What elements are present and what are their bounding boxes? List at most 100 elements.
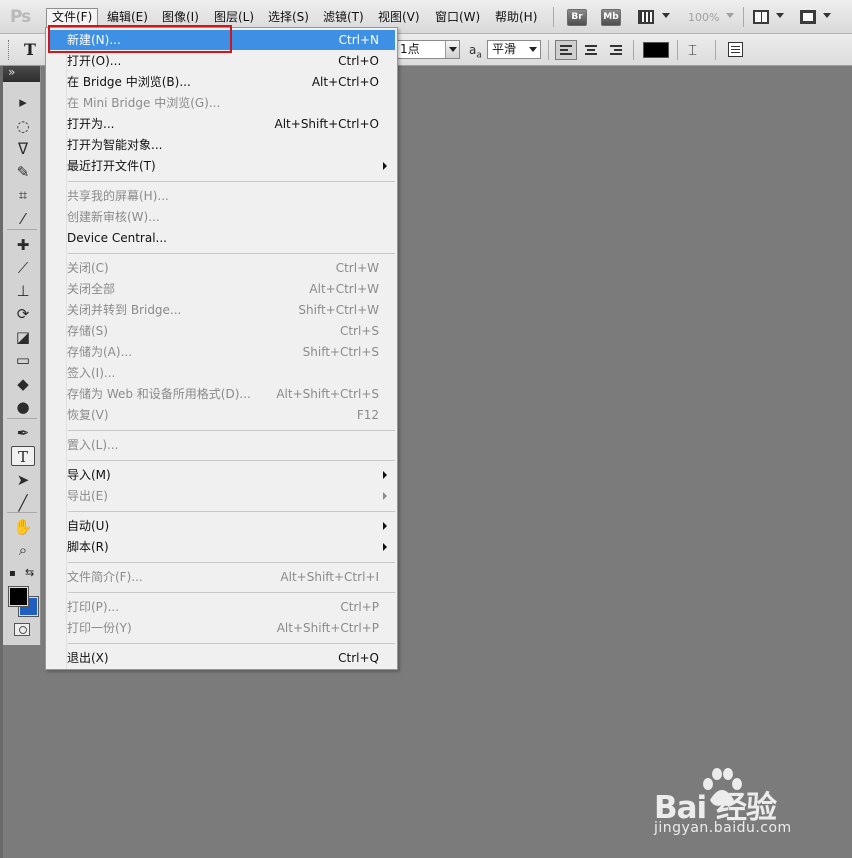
submenu-arrow-icon [383,162,387,170]
menu-item-label: 在 Bridge 中浏览(B)... [67,75,191,89]
menu-item-label: 共享我的屏幕(H)... [67,189,169,203]
menu-image[interactable]: 图像(I) [157,8,204,27]
menu-item-label: 文件简介(F)... [67,570,143,584]
file-menu-item[interactable]: 新建(N)... Ctrl+N [48,30,395,50]
screen-mode-icon[interactable] [800,10,816,24]
foreground-color-swatch[interactable] [9,587,28,606]
type-tool-preset-icon[interactable]: T [24,40,36,59]
chevron-down-icon[interactable] [776,13,784,18]
menu-item-shortcut: F12 [356,408,379,422]
warp-text-icon[interactable]: ⌶ [688,41,697,59]
quick-select-tool-icon[interactable]: ✎ [11,162,35,182]
menu-separator [68,181,395,182]
font-size-select[interactable]: 1点 [396,40,460,59]
menu-layer[interactable]: 图层(L) [209,8,259,27]
mini-bridge-button[interactable]: Mb [601,9,621,26]
bridge-button[interactable]: Br [567,9,587,26]
menu-item-shortcut: Ctrl+O [338,54,379,68]
chevron-down-icon[interactable] [526,41,540,58]
options-bar-gripper[interactable] [8,40,10,60]
file-menu-item[interactable]: 脚本(R) [48,537,395,557]
chevron-down-icon[interactable] [662,13,670,18]
arrange-documents-icon[interactable] [753,10,769,24]
menu-item-label: 脚本(R) [67,540,109,554]
file-menu-item[interactable]: 打开为智能对象... [48,135,395,155]
photoshop-logo: Ps [10,7,31,27]
dodge-tool-icon[interactable]: ● [11,397,35,417]
options-separator [677,40,678,60]
menu-item-label: 恢复(V) [67,408,109,422]
text-color-swatch[interactable] [643,42,669,58]
menu-filter[interactable]: 滤镜(T) [318,8,369,27]
path-select-tool-icon[interactable]: ➤ [11,470,35,490]
file-menu-item[interactable]: 打开为... Alt+Shift+Ctrl+O [48,114,395,134]
menu-select[interactable]: 选择(S) [263,8,314,27]
zoom-tool-icon[interactable]: ⌕ [11,540,35,560]
menu-item-shortcut: Ctrl+W [335,261,379,275]
menu-help[interactable]: 帮助(H) [490,8,542,27]
chevron-down-icon[interactable] [445,41,459,58]
eyedropper-tool-icon[interactable]: ⁄ [11,209,35,229]
file-menu-item: 打印(P)... Ctrl+P [48,597,395,617]
file-menu-item: 关闭并转到 Bridge... Shift+Ctrl+W [48,300,395,320]
zoom-level[interactable]: 100% [688,11,719,24]
menu-edit[interactable]: 编辑(E) [102,8,153,27]
clone-stamp-tool-icon[interactable]: ⊥ [11,281,35,301]
menu-item-label: 在 Mini Bridge 中浏览(G)... [67,96,221,110]
extras-icon[interactable] [638,10,654,24]
menu-item-shortcut: Ctrl+Q [338,651,379,665]
menubar-separator [553,7,554,27]
marquee-tool-icon[interactable]: ◌ [11,116,35,136]
brush-tool-icon[interactable]: ⟋ [11,258,35,278]
move-tool-icon[interactable]: ▸ [11,92,35,112]
menu-item-shortcut: Ctrl+P [340,600,379,614]
character-panel-icon[interactable] [728,42,743,57]
align-left-button[interactable] [555,40,577,60]
history-brush-tool-icon[interactable]: ⟳ [11,304,35,324]
file-menu-item: 关闭(C) Ctrl+W [48,258,395,278]
chevron-down-icon[interactable] [823,13,831,18]
menu-item-label: 打开(O)... [67,54,122,68]
pen-tool-icon[interactable]: ✒ [11,423,35,443]
menu-file[interactable]: 文件(F) [46,8,99,27]
submenu-arrow-icon [383,543,387,551]
file-menu-item[interactable]: 导入(M) [48,465,395,485]
swap-colors-icon[interactable]: ⇆ [25,566,34,579]
menu-separator [68,592,395,593]
toolbox-collapse-icon[interactable] [3,65,40,82]
file-menu-item[interactable]: 打开(O)... Ctrl+O [48,51,395,71]
menu-item-label: Device Central... [67,231,167,245]
font-size-value: 1点 [400,42,420,56]
watermark-url: jingyan.baidu.com [654,820,792,836]
file-menu-item[interactable]: 自动(U) [48,516,395,536]
align-right-button[interactable] [605,40,627,60]
menu-window[interactable]: 窗口(W) [430,8,485,27]
menu-separator [68,511,395,512]
hand-tool-icon[interactable]: ✋ [11,517,35,537]
crop-tool-icon[interactable]: ⌗ [11,185,35,205]
default-colors-icon[interactable]: ▪ [9,568,16,579]
file-menu-item[interactable]: 最近打开文件(T) [48,156,395,176]
file-menu-item: 签入(I)... [48,363,395,383]
line-tool-icon[interactable]: ╱ [11,493,35,513]
align-center-button[interactable] [580,40,602,60]
file-menu-item[interactable]: 在 Bridge 中浏览(B)... Alt+Ctrl+O [48,72,395,92]
antialias-select[interactable]: 平滑 [487,40,541,59]
file-menu-item: 存储为(A)... Shift+Ctrl+S [48,342,395,362]
healing-brush-tool-icon[interactable]: ✚ [11,235,35,255]
menu-item-label: 自动(U) [67,519,110,533]
eraser-tool-icon[interactable]: ◪ [11,327,35,347]
blur-tool-icon[interactable]: ◆ [11,374,35,394]
chevron-down-icon[interactable] [726,13,734,18]
file-menu-item[interactable]: Device Central... [48,228,395,248]
menu-view[interactable]: 视图(V) [373,8,425,27]
gradient-tool-icon[interactable]: ▭ [11,350,35,370]
menu-item-shortcut: Alt+Shift+Ctrl+I [280,570,379,584]
quick-mask-icon[interactable] [14,623,30,636]
lasso-tool-icon[interactable]: ᐁ [11,139,35,159]
type-tool-icon[interactable]: T [11,446,35,466]
options-separator [715,40,716,60]
toolbox-separator [7,229,37,230]
file-menu-item[interactable]: 退出(X) Ctrl+Q [48,648,395,668]
file-menu-item: 创建新审核(W)... [48,207,395,227]
